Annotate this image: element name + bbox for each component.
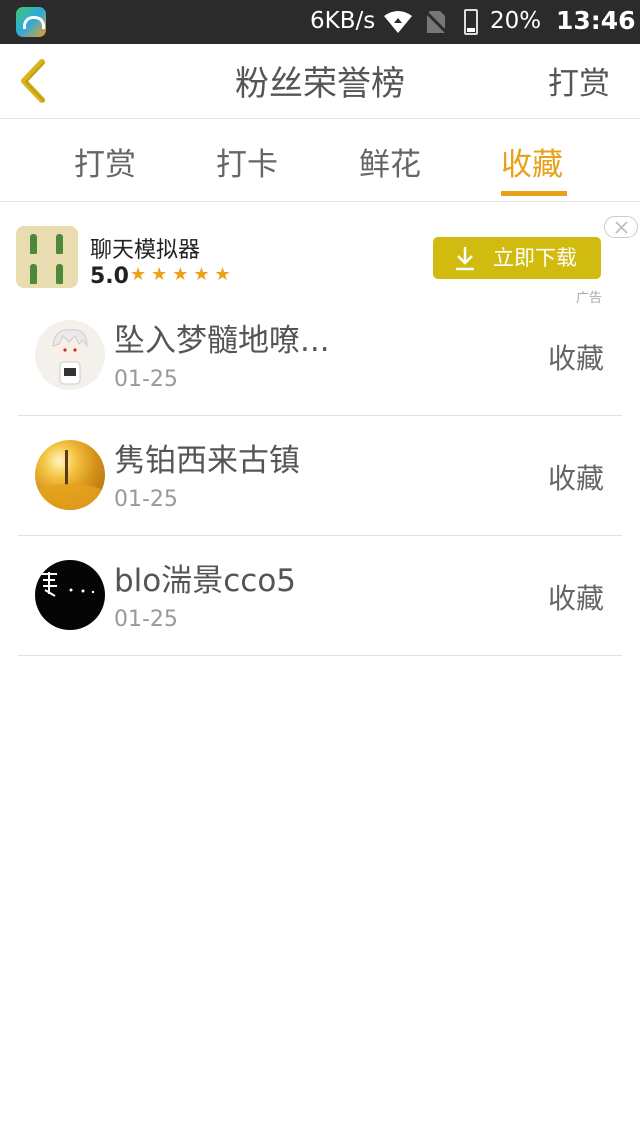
avatar[interactable] (35, 320, 105, 390)
tab-flowers[interactable]: 鲜花 (359, 139, 421, 184)
avatar[interactable] (35, 440, 105, 510)
wifi-icon (384, 11, 412, 33)
battery-percent: 20% (490, 8, 542, 34)
entry-date: 01-25 (114, 367, 178, 392)
app-icon (16, 7, 46, 37)
avatar-autumn-tree-icon (35, 450, 105, 510)
download-icon (456, 247, 474, 271)
ad-rating: 5.0 (90, 264, 129, 289)
entry-date: 01-25 (114, 487, 178, 512)
net-speed: 6KB/s (310, 8, 376, 34)
user-name: 隽铂西来古镇 (114, 443, 300, 479)
list-item[interactable]: 隽铂西来古镇 01-25 收藏 (18, 415, 622, 536)
avatar-calligraphy-icon (41, 572, 95, 597)
ad-banner[interactable]: 聊天模拟器 5.0 ★★★★★ 立即下载 广告 (0, 210, 640, 306)
download-button[interactable]: 立即下载 (433, 237, 601, 279)
clock: 13:46 (556, 6, 636, 35)
no-sim-icon (426, 10, 446, 34)
active-tab-indicator (501, 191, 567, 196)
tab-checkin[interactable]: 打卡 (216, 139, 278, 184)
page-title: 粉丝荣誉榜 (235, 64, 405, 104)
status-bar: 6KB/s 20% 13:46 (0, 0, 640, 44)
reward-button[interactable]: 打赏 (548, 58, 610, 103)
entry-date: 01-25 (114, 607, 178, 632)
battery-icon (464, 9, 478, 35)
user-name: blo湍景cco5 (114, 563, 297, 599)
tab-bar: 打赏 打卡 鲜花 收藏 (0, 119, 640, 202)
avatar-anime-icon (52, 329, 88, 385)
ad-app-icon[interactable] (16, 226, 78, 288)
ad-stars-icon: ★★★★★ (130, 264, 236, 285)
action-label: 收藏 (547, 342, 604, 375)
tab-reward[interactable]: 打赏 (74, 139, 136, 184)
list-item[interactable]: blo湍景cco5 01-25 收藏 (18, 535, 622, 656)
user-name: 坠入梦髓地嘹... (114, 323, 330, 359)
list-item[interactable]: 坠入梦髓地嘹... 01-25 收藏 (18, 295, 622, 416)
ad-app-name: 聊天模拟器 (90, 238, 201, 263)
tab-favorites[interactable]: 收藏 (501, 139, 563, 184)
header: 粉丝荣誉榜 打赏 (0, 44, 640, 119)
avatar[interactable] (35, 560, 105, 630)
close-icon (615, 221, 628, 234)
ad-close-button[interactable] (604, 216, 638, 238)
action-label: 收藏 (547, 582, 604, 615)
action-label: 收藏 (547, 462, 604, 495)
download-label: 立即下载 (493, 246, 577, 270)
